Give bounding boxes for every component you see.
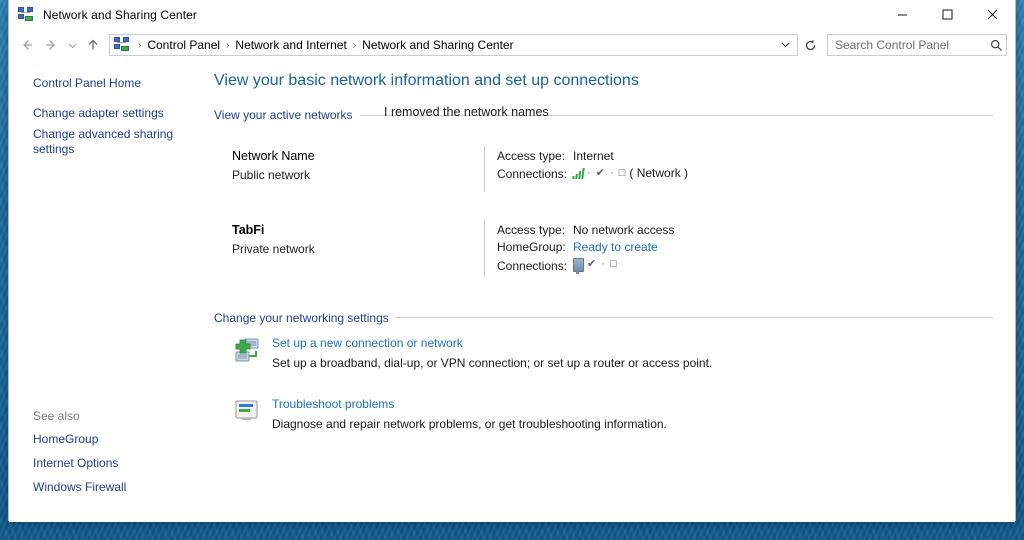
forward-arrow-icon [46,40,55,50]
refresh-button[interactable] [799,34,821,56]
connections-value-group[interactable]: · ✔ · □ ( Network ) [572,165,688,184]
connections-value-group[interactable]: ✔ · □ [573,256,618,277]
access-type-row: Access type: Internet [497,148,688,165]
forward-button[interactable] [39,33,63,57]
network-name: TabFi [232,223,265,237]
search-input[interactable] [828,38,986,52]
troubleshoot-icon [232,396,262,426]
close-button[interactable] [970,0,1015,29]
sidebar-item-windows-firewall[interactable]: Windows Firewall [33,480,183,495]
homegroup-value-link[interactable]: Ready to create [573,239,658,256]
access-type-label: Access type: [497,223,566,237]
search-icon[interactable] [986,39,1006,52]
breadcrumb[interactable]: › Control Panel › Network and Internet ›… [109,34,798,56]
new-connection-icon [232,335,262,365]
breadcrumb-separator-2: › [352,39,357,51]
connections-redacted: ✔ · □ [573,256,618,274]
title-bar: Network and Sharing Center [9,0,1015,30]
search-box[interactable] [827,34,1007,56]
network-type: Public network [232,168,311,182]
network-type: Private network [232,242,315,256]
homegroup-row: HomeGroup: Ready to create [497,239,674,256]
wifi-signal-icon [572,168,585,179]
window-title: Network and Sharing Center [43,7,198,22]
recent-locations-button[interactable] [63,33,81,57]
window-controls [880,0,1015,29]
minimize-button[interactable] [880,0,925,29]
connections-suffix[interactable]: ( Network ) [629,165,688,182]
access-type-row: Access type: No network access [497,222,674,239]
maximize-icon [942,9,953,20]
sidebar-item-internet-options[interactable]: Internet Options [33,456,183,471]
sidebar-item-change-adapter-settings[interactable]: Change adapter settings [33,106,183,121]
breadcrumb-path-icon [114,37,130,53]
setting-desc-new-connection: Set up a broadband, dial-up, or VPN conn… [272,355,713,370]
network-details: Access type: Internet Connections: · ✔ ·… [484,146,688,192]
up-arrow-icon [88,39,98,50]
active-network-row[interactable]: TabFi Private network Access type: No ne… [232,220,993,277]
connections-glyphs: ✔ · □ [587,258,618,270]
setting-link-new-connection[interactable]: Set up a new connection or network [272,335,712,352]
active-networks-heading: View your active networks [214,108,993,122]
refresh-icon [805,39,815,50]
minimize-icon [898,14,907,16]
network-identity: Network Name Public network [232,146,484,192]
connections-glyphs: · ✔ · □ [587,167,627,179]
access-type-value: No network access [573,223,675,237]
main-panel: View your basic network information and … [206,60,1015,522]
back-button[interactable] [15,33,39,57]
active-networks-label: View your active networks [214,108,353,122]
setting-desc-troubleshoot: Diagnose and repair network problems, or… [272,416,667,431]
change-settings-label: Change your networking settings [214,310,389,325]
connections-label: Connections: [497,167,568,181]
setting-text-block: Troubleshoot problems Diagnose and repai… [272,396,667,433]
connections-row: Connections: ✔ · □ [497,256,674,277]
homegroup-label: HomeGroup: [497,240,566,254]
setting-item-new-connection[interactable]: Set up a new connection or network Set u… [232,335,993,372]
connections-redacted: · ✔ · □ ( Network ) [572,165,688,182]
network-identity: TabFi Private network [232,220,484,277]
annotation-text: I removed the network names [384,105,549,119]
heading-rule [395,317,993,318]
breadcrumb-item-network-and-sharing-center[interactable]: Network and Sharing Center [360,38,515,52]
sidebar-item-change-advanced-sharing-settings[interactable]: Change advanced sharing settings [33,127,183,157]
maximize-button[interactable] [925,0,970,29]
connections-label: Connections: [497,258,568,273]
sidebar-item-control-panel-home[interactable]: Control Panel Home [33,76,183,91]
network-details: Access type: No network access HomeGroup… [484,220,674,277]
connections-row: Connections: · ✔ · □ ( Network ) [497,165,688,184]
content-area: Control Panel Home Change adapter settin… [9,60,1015,522]
address-bar: › Control Panel › Network and Internet ›… [9,30,1015,60]
setting-item-troubleshoot[interactable]: Troubleshoot problems Diagnose and repai… [232,396,993,433]
network-sharing-center-window: Network and Sharing Center › Control Pan… [8,0,1016,522]
breadcrumb-separator-0: › [138,39,142,51]
setting-link-troubleshoot[interactable]: Troubleshoot problems [272,396,667,413]
breadcrumb-separator-1: › [226,39,230,51]
setting-text-block: Set up a new connection or network Set u… [272,335,712,372]
sidebar-item-homegroup[interactable]: HomeGroup [33,432,183,447]
chevron-down-icon[interactable] [774,40,797,51]
close-icon [987,9,998,20]
page-title: View your basic network information and … [214,72,639,89]
access-type-label: Access type: [497,149,566,163]
see-also-title: See also [33,409,80,423]
network-name: Network Name [232,149,315,163]
recent-locations-chevron-icon [68,43,76,48]
up-button[interactable] [81,33,105,57]
ethernet-icon [573,257,584,274]
breadcrumb-item-control-panel[interactable]: Control Panel [145,38,222,52]
access-type-value: Internet [573,149,614,163]
breadcrumb-item-network-and-internet[interactable]: Network and Internet [233,38,348,52]
back-arrow-icon [23,40,32,50]
see-also-section: See also HomeGroup Internet Options Wind… [33,409,193,504]
active-network-row[interactable]: Network Name Public network Access type:… [232,146,993,192]
sidebar: Control Panel Home Change adapter settin… [9,60,206,522]
network-sharing-icon [18,6,34,23]
change-settings-heading: Change your networking settings [214,311,993,325]
